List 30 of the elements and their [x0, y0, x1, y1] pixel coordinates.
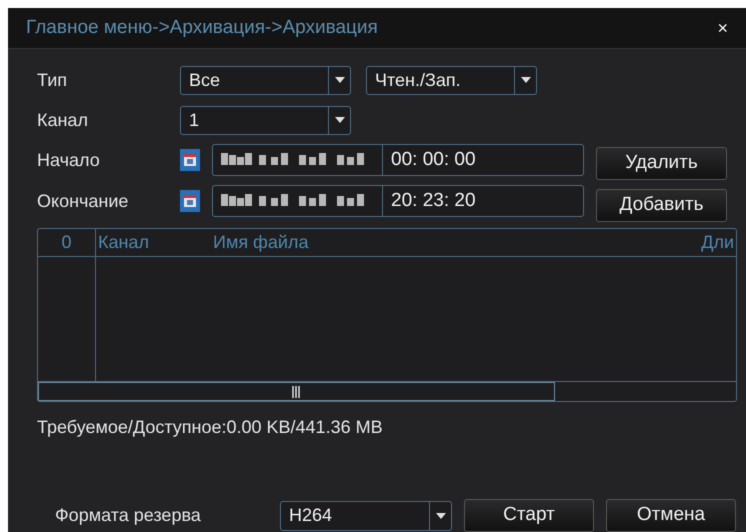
column-header: Канал: [97, 231, 150, 254]
action-button[interactable]: Добавить: [596, 188, 727, 222]
field-label: Тип: [37, 68, 68, 92]
column-header: Имя файла: [213, 231, 310, 254]
action-button[interactable]: Удалить: [596, 146, 727, 180]
caret-icon: [334, 117, 344, 123]
column-header: 0: [38, 229, 96, 256]
caret-icon: [436, 512, 446, 518]
calendar-icon[interactable]: [180, 190, 200, 212]
scrollbar-thumb[interactable]: [38, 382, 555, 401]
field-label: Окончание: [37, 190, 130, 212]
caret-icon: [334, 77, 344, 83]
column-header: Дли: [701, 231, 735, 254]
close-button[interactable]: ×: [717, 14, 728, 42]
calendar-icon[interactable]: [180, 149, 200, 171]
dropdown[interactable]: Чтен./Зап.: [366, 66, 537, 94]
field-label: Формата резерва: [55, 504, 202, 527]
date-time-field[interactable]: 00: 00: 00: [212, 144, 584, 176]
field-label: Начало: [37, 148, 101, 172]
start-button[interactable]: Старт: [464, 499, 594, 532]
dropdown[interactable]: H264: [280, 500, 452, 530]
caret-icon: [520, 77, 530, 83]
dropdown[interactable]: 1: [180, 106, 351, 134]
cancel-button[interactable]: Отмена: [606, 499, 736, 532]
window-title: Главное меню->Архивация->Архивация: [26, 16, 378, 40]
date-time-field[interactable]: 20: 23: 20: [212, 185, 584, 217]
space-info-text: Требуемое/Доступное:0.00 KB/441.36 MB: [37, 416, 384, 439]
field-label: Канал: [37, 108, 89, 132]
scrollbar-track[interactable]: [38, 381, 736, 401]
dropdown[interactable]: Все: [180, 66, 351, 94]
